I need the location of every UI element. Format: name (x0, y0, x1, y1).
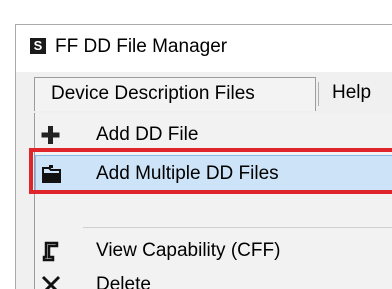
menu-device-description-files[interactable]: Device Description Files (34, 77, 316, 111)
menu-separator (83, 227, 392, 228)
delete-x-icon (41, 275, 61, 289)
screenshot-stage: S FF DD File Manager Device Description … (0, 0, 392, 289)
folder-icon (42, 165, 61, 183)
menu-item-label: Add DD File (96, 124, 199, 145)
menu-item-label: View Capability (CFF) (96, 240, 281, 261)
device-description-files-dropdown: Add DD File Add Multiple DD Files View C… (34, 113, 392, 289)
title-bar[interactable]: S FF DD File Manager (16, 25, 392, 72)
menu-item-view-capability[interactable]: View Capability (CFF) (35, 233, 392, 269)
menu-item-add-dd-file[interactable]: Add DD File (35, 117, 392, 153)
plus-icon (41, 126, 60, 144)
app-logo-icon: S (30, 38, 46, 54)
menu-help[interactable]: Help (322, 77, 371, 111)
menu-bar: Device Description Files Help (16, 73, 392, 113)
app-window: S FF DD File Manager Device Description … (15, 24, 392, 289)
menu-item-add-multiple-dd-files[interactable]: Add Multiple DD Files (35, 155, 392, 191)
menu-item-label: Add Multiple DD Files (96, 163, 279, 184)
menu-item-label: Delete (96, 274, 151, 289)
capability-icon (42, 241, 59, 262)
menu-item-delete[interactable]: Delete (35, 267, 392, 289)
menu-separator (318, 82, 319, 106)
window-title: FF DD File Manager (55, 36, 228, 57)
